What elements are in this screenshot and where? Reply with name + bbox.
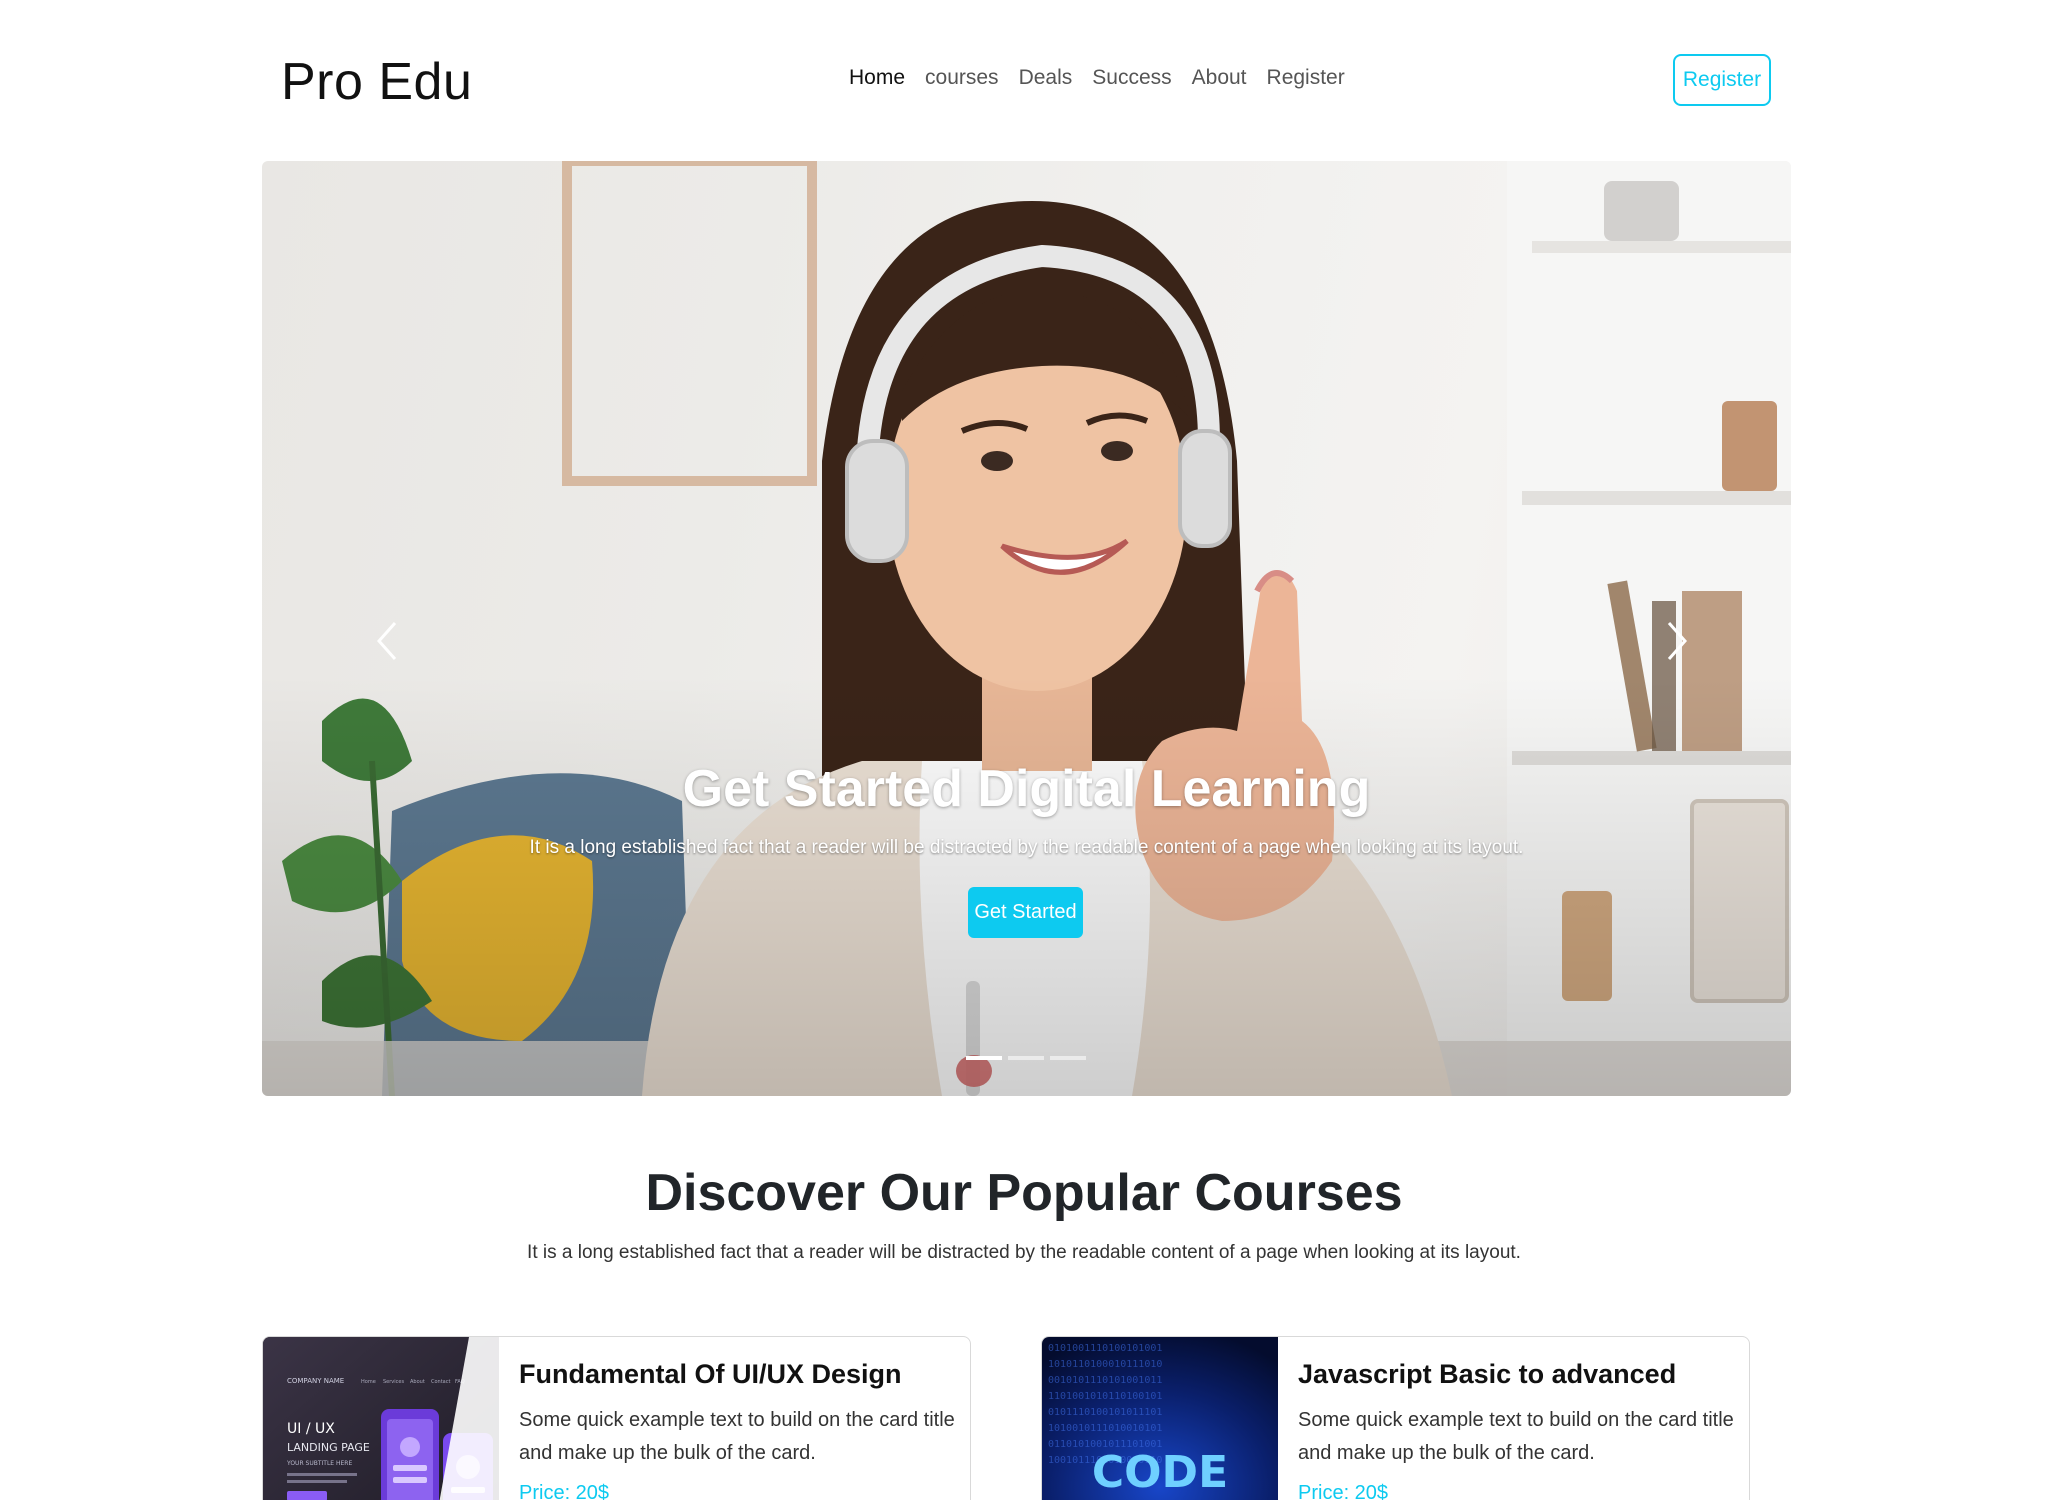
navbar: Pro Edu Home courses Deals Success About…: [0, 0, 2048, 160]
carousel-indicator-2[interactable]: [1008, 1056, 1044, 1060]
hero-text: It is a long established fact that a rea…: [529, 837, 1524, 858]
brand-logo[interactable]: Pro Edu: [281, 52, 472, 112]
thumb-nav-contact: Contact: [431, 1379, 450, 1385]
nav-link-home[interactable]: Home: [849, 66, 905, 90]
carousel-prev-button[interactable]: [357, 601, 417, 681]
course-card-body: Javascript Basic to advanced Some quick …: [1298, 1359, 1738, 1500]
course-price: Price: 20$: [519, 1482, 610, 1500]
main-nav: Home courses Deals Success About Registe…: [849, 66, 1345, 90]
course-title[interactable]: Javascript Basic to advanced: [1298, 1359, 1738, 1390]
thumb-subheading: LANDING PAGE: [287, 1441, 370, 1454]
thumb-company-name: COMPANY NAME: [287, 1377, 344, 1385]
svg-text:0101110100101011101: 0101110100101011101: [1048, 1407, 1162, 1418]
svg-text:0101001110100101001: 0101001110100101001: [1048, 1343, 1162, 1354]
svg-text:0010101110101001011: 0010101110101001011: [1048, 1375, 1162, 1386]
nav-link-about[interactable]: About: [1192, 66, 1247, 90]
hero-carousel: Get Started Digital Learning It is a lon…: [262, 161, 1791, 1096]
svg-text:1101001010110100101: 1101001010110100101: [1048, 1391, 1162, 1402]
nav-link-courses[interactable]: courses: [925, 66, 999, 90]
course-description: Some quick example text to build on the …: [1298, 1409, 1734, 1464]
register-button[interactable]: Register: [1673, 54, 1771, 106]
carousel-indicators: [966, 1056, 1086, 1060]
thumb-code-word: CODE: [1092, 1447, 1228, 1498]
course-card-javascript[interactable]: 0101001110100101001 1010110100010111010 …: [1041, 1336, 1750, 1500]
svg-text:1010110100010111010: 1010110100010111010: [1048, 1359, 1162, 1370]
thumb-nav-about: About: [410, 1379, 425, 1385]
nav-link-deals[interactable]: Deals: [1019, 66, 1073, 90]
course-price: Price: 20$: [1298, 1482, 1389, 1500]
get-started-button[interactable]: Get Started: [968, 887, 1083, 938]
thumb-nav-services: Services: [383, 1379, 404, 1385]
nav-link-register[interactable]: Register: [1267, 66, 1345, 90]
courses-section-subtitle: It is a long established fact that a rea…: [527, 1242, 1521, 1263]
thumb-tagline: YOUR SUBTITLE HERE: [286, 1460, 352, 1467]
hero-overlay: [262, 161, 1791, 1096]
courses-section-title: Discover Our Popular Courses: [645, 1164, 1403, 1222]
course-description: Some quick example text to build on the …: [519, 1409, 955, 1464]
course-thumbnail-javascript: 0101001110100101001 1010110100010111010 …: [1042, 1337, 1278, 1500]
course-card-body: Fundamental Of UI/UX Design Some quick e…: [519, 1359, 959, 1500]
carousel-next-button[interactable]: [1647, 601, 1707, 681]
carousel-indicator-3[interactable]: [1050, 1056, 1086, 1060]
thumb-heading: UI / UX: [287, 1421, 335, 1437]
hero-title: Get Started Digital Learning: [682, 760, 1371, 818]
chevron-right-icon: [1667, 622, 1688, 660]
nav-link-success[interactable]: Success: [1092, 66, 1171, 90]
course-title[interactable]: Fundamental Of UI/UX Design: [519, 1359, 959, 1390]
svg-text:1010010111010010101: 1010010111010010101: [1048, 1423, 1162, 1434]
course-thumbnail-uiux: COMPANY NAME Home Services About Contact…: [263, 1337, 499, 1500]
carousel-indicator-1[interactable]: [966, 1056, 1002, 1060]
chevron-left-icon: [376, 622, 397, 660]
course-card-uiux[interactable]: COMPANY NAME Home Services About Contact…: [262, 1336, 971, 1500]
thumb-nav-home: Home: [361, 1379, 376, 1385]
